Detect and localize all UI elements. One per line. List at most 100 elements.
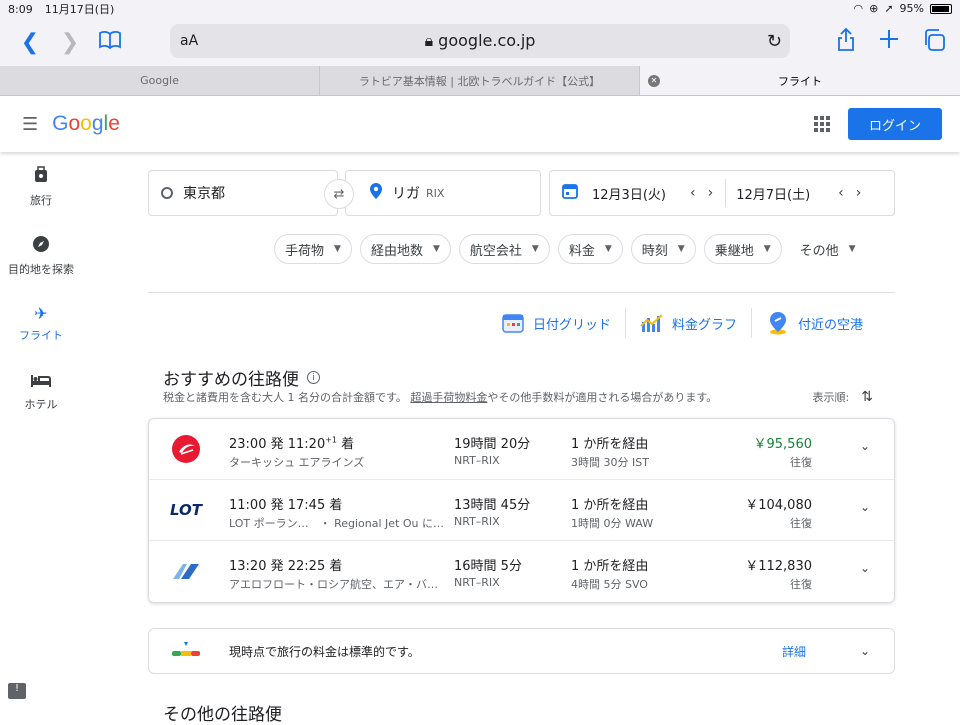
airline-name: LOT ポーラン… ・ Regional Jet Ou に… — [229, 517, 445, 530]
tool-label: 料金グラフ — [671, 317, 737, 333]
swap-icon[interactable]: ⇄ — [324, 179, 354, 209]
expand-icon[interactable]: ⌄ — [860, 500, 870, 514]
back-icon[interactable]: ❮ — [10, 30, 50, 55]
tab-label: フライト — [778, 74, 822, 88]
forward-icon[interactable]: ❯ — [50, 30, 90, 55]
flight-stops: 1 か所を経由 4時間 5分 SVO — [571, 555, 648, 592]
return-next-icon[interactable]: › — [856, 185, 862, 201]
sidebar-item-travel[interactable]: 旅行 — [0, 166, 82, 221]
new-tab-icon[interactable] — [878, 28, 900, 56]
tab-flights[interactable]: ✕ フライト — [640, 66, 960, 95]
flight-duration: 16時間 5分 NRT–RIX — [454, 555, 522, 589]
google-logo[interactable]: Google — [52, 112, 120, 136]
duration-value: 19時間 20分 — [454, 437, 531, 452]
airline-name: ターキッシュ エアラインズ — [229, 456, 365, 469]
filter-baggage[interactable]: 手荷物 ▼ — [274, 234, 352, 264]
sidebar-item-explore[interactable]: 目的地を探索 — [0, 235, 82, 290]
date-grid-button[interactable]: 日付グリッド — [487, 308, 625, 338]
toolbar-right — [836, 27, 946, 56]
expand-icon[interactable]: ⌄ — [860, 439, 870, 453]
dropdown-icon: ▼ — [432, 244, 440, 254]
travel-icon — [0, 166, 82, 188]
reload-icon[interactable]: ↻ — [767, 31, 782, 52]
filter-times[interactable]: 時刻 ▼ — [630, 234, 696, 264]
flight-row[interactable]: 13:20 発 22:25 着 アエロフロート・ロシア航空、エア・バ… 16時間… — [149, 541, 894, 602]
address-bar[interactable]: aA 🔒︎ google.co.jp ↻ — [170, 24, 790, 58]
price-graph-icon — [640, 311, 664, 335]
filter-more[interactable]: その他 ▼ — [790, 234, 866, 264]
sort-icon[interactable]: ⇅ — [861, 389, 873, 405]
sidebar-label: ホテル — [24, 398, 58, 411]
expand-icon[interactable]: ⌄ — [860, 644, 870, 658]
layover: 1時間 0分 WAW — [571, 517, 654, 530]
dropdown-icon: ▼ — [531, 244, 539, 254]
login-button[interactable]: ログイン — [848, 108, 942, 140]
baggage-fee-link[interactable]: 超過手荷物料金 — [410, 391, 487, 404]
details-link[interactable]: 詳細 — [782, 643, 806, 660]
chip-label: 経由地数 — [370, 243, 423, 259]
tab-latvia[interactable]: ラトビア基本情報 | 北欧トラベルガイド【公式】 — [320, 66, 640, 95]
destination-value: リガ — [392, 186, 420, 202]
status-time: 8:09 — [8, 2, 33, 16]
tab-label: ラトビア基本情報 | 北欧トラベルガイド【公式】 — [358, 74, 601, 88]
url-text[interactable]: 🔒︎ google.co.jp — [170, 31, 790, 51]
sort-label: 表示順: — [812, 391, 850, 404]
tool-label: 付近の空港 — [797, 317, 863, 333]
sort-control[interactable]: 表示順: ⇅ — [813, 389, 873, 405]
flight-stops: 1 か所を経由 3時間 30分 IST — [571, 433, 649, 470]
feedback-icon[interactable]: ! — [8, 683, 26, 699]
date-field[interactable]: 12月3日(火) ‹ › 12月7日(土) ‹ › — [549, 170, 895, 216]
battery-percent: 95% — [899, 2, 924, 15]
tabs-overview-icon[interactable] — [922, 28, 946, 56]
destination-field[interactable]: リガ RIX — [345, 170, 541, 216]
price-note: 往復 — [790, 456, 812, 469]
dropdown-icon: ▼ — [334, 244, 341, 254]
menu-icon[interactable]: ☰ — [22, 114, 38, 135]
depart-next-icon[interactable]: › — [708, 185, 714, 201]
bookmarks-icon[interactable] — [90, 30, 130, 54]
tools-bar: 日付グリッド 料金グラフ 付近の空港 — [487, 308, 877, 338]
arrive-suffix: 着 — [341, 437, 355, 452]
stops-value: 1 か所を経由 — [571, 437, 649, 452]
depart-time: 13:20 発 — [229, 559, 284, 574]
tab-label: Google — [140, 74, 179, 87]
flight-times: 11:00 発 17:45 着 LOT ポーラン… ・ Regional Jet… — [229, 494, 444, 531]
layover: 3時間 30分 IST — [571, 456, 649, 469]
filter-connecting[interactable]: 乗継地 ▼ — [703, 234, 782, 264]
price-insight-card[interactable]: 現時点で旅行の料金は標準的です。 詳細 ⌄ — [148, 628, 895, 674]
share-icon[interactable] — [836, 27, 856, 56]
flight-row[interactable]: LOT 11:00 発 17:45 着 LOT ポーラン… ・ Regional… — [149, 480, 894, 541]
info-icon[interactable]: i — [307, 371, 320, 384]
sidebar-item-hotels[interactable]: ホテル — [0, 373, 82, 428]
return-date[interactable]: 12月7日(土) — [736, 184, 810, 203]
depart-prev-icon[interactable]: ‹ — [690, 185, 696, 201]
nearby-airports-button[interactable]: 付近の空港 — [750, 308, 877, 338]
status-right: ◠ ⊕ ➚ 95% — [854, 2, 952, 15]
flight-duration: 19時間 20分 NRT–RIX — [454, 433, 530, 467]
return-prev-icon[interactable]: ‹ — [838, 185, 844, 201]
depart-date[interactable]: 12月3日(火) — [592, 184, 666, 203]
flight-row[interactable]: 23:00 発 11:20+1 着 ターキッシュ エアラインズ 19時間 20分… — [149, 419, 894, 480]
filter-price[interactable]: 料金 ▼ — [557, 234, 623, 264]
aeroflot-logo — [169, 555, 203, 587]
depart-time: 11:00 発 — [229, 498, 284, 513]
close-tab-icon[interactable]: ✕ — [648, 74, 660, 87]
route: NRT–RIX — [454, 576, 500, 589]
flight-results: 23:00 発 11:20+1 着 ターキッシュ エアラインズ 19時間 20分… — [148, 418, 895, 603]
date-divider — [725, 179, 727, 207]
origin-field[interactable]: 東京都 — [148, 170, 338, 216]
sidebar-label: 旅行 — [30, 194, 52, 207]
sidebar-item-flights[interactable]: ✈ フライト — [0, 304, 82, 359]
section-title: おすすめの往路便 i — [163, 365, 320, 390]
dropdown-icon: ▼ — [848, 244, 856, 254]
price-graph-button[interactable]: 料金グラフ — [624, 308, 751, 338]
expand-icon[interactable]: ⌄ — [860, 561, 870, 575]
flight-duration: 13時間 45分 NRT–RIX — [454, 494, 530, 528]
apps-grid-icon[interactable] — [814, 116, 830, 132]
date-grid-icon — [501, 311, 525, 335]
filter-stops[interactable]: 経由地数 ▼ — [359, 234, 451, 264]
dropdown-icon: ▼ — [677, 244, 685, 254]
tab-google[interactable]: Google — [0, 66, 320, 95]
duration-value: 13時間 45分 — [454, 498, 531, 513]
filter-airlines[interactable]: 航空会社 ▼ — [458, 234, 550, 264]
